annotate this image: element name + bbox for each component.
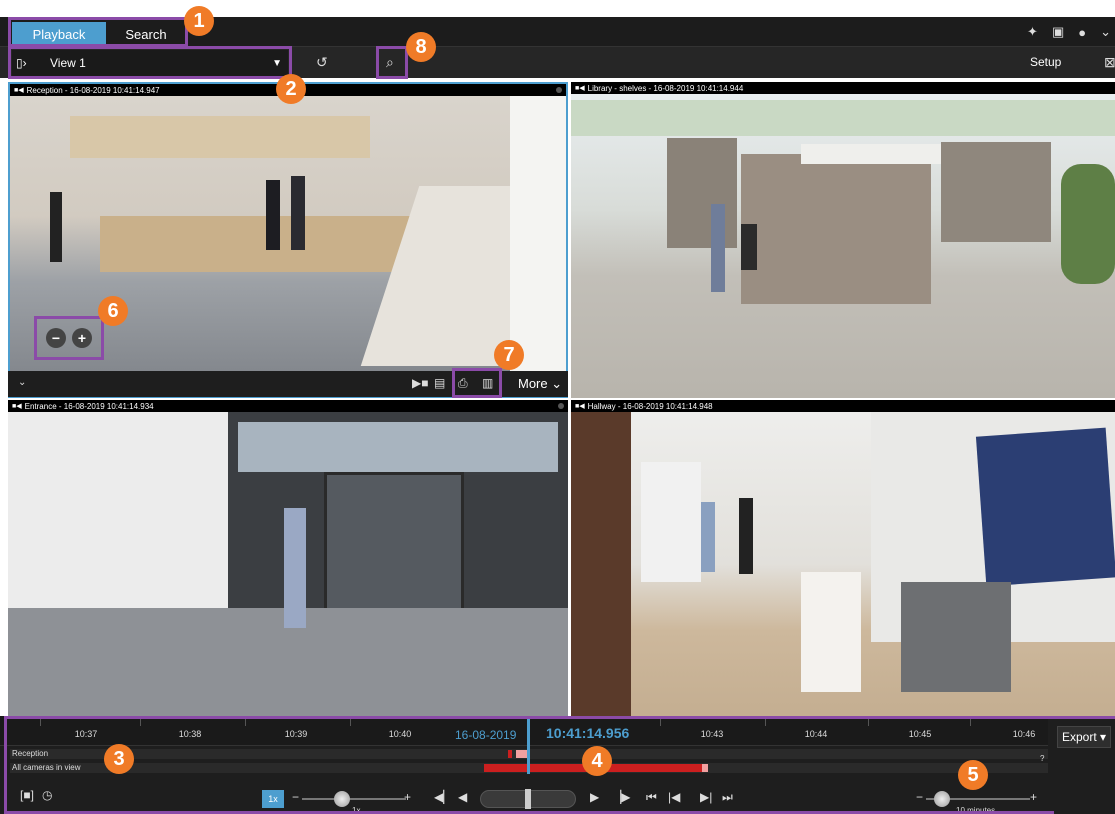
callout-2: 2 xyxy=(276,74,306,104)
more-label: More xyxy=(518,376,548,391)
fullscreen-icon[interactable]: ⊠ xyxy=(1104,54,1115,71)
view-selector-highlight xyxy=(8,46,292,79)
camera-title: Reception - 16-08-2019 10:41:14.947 xyxy=(26,85,160,95)
chevron-down-icon[interactable]: ⌄ xyxy=(18,377,26,388)
callout-7: 7 xyxy=(494,340,524,370)
recording-indicator xyxy=(558,403,564,409)
camera-title-bar: ■◀ Hallway - 16-08-2019 10:41:14.948 xyxy=(571,400,1115,412)
camera-video-feed xyxy=(8,412,568,716)
camera-icon: ■◀ xyxy=(12,403,22,410)
camera-video-feed xyxy=(571,412,1115,716)
callout-4: 4 xyxy=(582,746,612,776)
camera-tile-entrance[interactable]: ■◀ Entrance - 16-08-2019 10:41:14.934 xyxy=(8,400,568,716)
camera-tile-library[interactable]: ■◀ Library - shelves - 16-08-2019 10:41:… xyxy=(571,82,1115,398)
recording-indicator xyxy=(556,87,562,93)
timeline-highlight xyxy=(4,716,1054,814)
undo-view-icon[interactable]: ↺ xyxy=(316,54,328,71)
smart-client-window: Playback Search ✦ ▣ ● ⌄ ▯› View 1 ▼ ↺ ⌕ … xyxy=(0,0,1115,814)
camera-title-bar: ■◀ Library - shelves - 16-08-2019 10:41:… xyxy=(571,82,1115,94)
callout-8: 8 xyxy=(406,32,436,62)
top-right-icons: ✦ ▣ ● ⌄ xyxy=(1027,22,1111,42)
help-icon[interactable]: ● xyxy=(1078,25,1086,40)
digital-zoom-control: − + xyxy=(34,316,104,360)
pin-icon[interactable]: ✦ xyxy=(1027,24,1038,40)
tabs-highlight xyxy=(8,17,188,47)
callout-6: 6 xyxy=(98,296,128,326)
more-button[interactable]: More ⌄ xyxy=(518,376,562,392)
camera-title-bar: ■◀ Entrance - 16-08-2019 10:41:14.934 xyxy=(8,400,568,412)
camera-title: Hallway - 16-08-2019 10:41:14.948 xyxy=(587,401,713,411)
timeline-highlight-top xyxy=(1052,716,1115,719)
save-icon[interactable]: ▤ xyxy=(434,376,445,390)
camera-title: Entrance - 16-08-2019 10:41:14.934 xyxy=(24,401,154,411)
zoom-in-button[interactable]: + xyxy=(72,328,92,348)
zoom-out-button[interactable]: − xyxy=(46,328,66,348)
camera-video-feed xyxy=(571,94,1115,398)
callout-1: 1 xyxy=(184,6,214,36)
camera-icon: ■◀ xyxy=(14,87,24,94)
camera-icon: ■◀ xyxy=(575,85,585,92)
callout-5: 5 xyxy=(958,760,988,790)
camera-icon: ■◀ xyxy=(575,403,585,410)
status-icon[interactable]: ▣ xyxy=(1052,24,1064,40)
search-view-highlight xyxy=(376,46,408,79)
export-label: Export xyxy=(1061,730,1097,744)
chevron-down-icon[interactable]: ⌄ xyxy=(1100,24,1111,40)
video-camera-icon[interactable]: ▶■ xyxy=(412,376,428,390)
callout-3: 3 xyxy=(104,744,134,774)
export-button[interactable]: Export ▾ xyxy=(1057,726,1111,748)
setup-button[interactable]: Setup xyxy=(1030,55,1061,69)
camera-tile-hallway[interactable]: ■◀ Hallway - 16-08-2019 10:41:14.948 xyxy=(571,400,1115,716)
print-copy-highlight xyxy=(452,368,502,398)
camera-title: Library - shelves - 16-08-2019 10:41:14.… xyxy=(587,83,744,93)
